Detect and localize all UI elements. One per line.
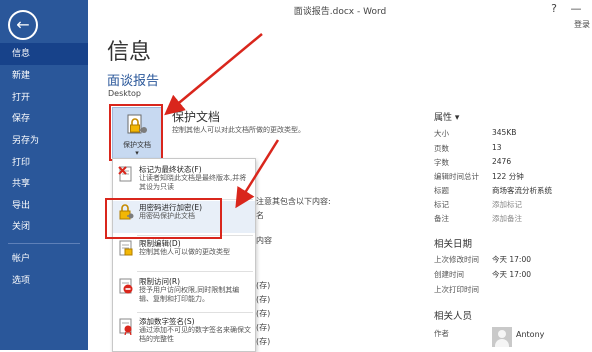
menu-item-desc: 通过添加不可见的数字签名来确保文档的完整性: [139, 326, 251, 343]
avatar-head: [498, 330, 506, 338]
title-bar: 面谈报告.docx - Word ? —: [88, 0, 592, 20]
version-item: (存): [256, 323, 271, 332]
document-name: 面谈报告: [107, 74, 160, 89]
menu-item-digital-signature[interactable]: 添加数字签名(S) 通过添加不可见的数字签名来确保文档的完整性: [113, 315, 255, 349]
protect-section-desc: 控制其他人可以对此文档所做的更改类型。: [172, 126, 305, 134]
author-name[interactable]: Antony: [516, 330, 544, 339]
mark-final-icon: [118, 166, 132, 182]
related-people-heading: 相关人员: [434, 311, 473, 322]
nav-export[interactable]: 导出: [0, 195, 88, 217]
date-modified-label: 上次修改时间: [434, 255, 479, 264]
author-label: 作者: [434, 329, 449, 338]
nav-save[interactable]: 保存: [0, 108, 88, 130]
menu-divider: [137, 312, 253, 313]
date-created-value: 今天 17:00: [492, 270, 531, 279]
avatar-body: [495, 339, 509, 347]
nav-open[interactable]: 打开: [0, 87, 88, 109]
prop-edit-time-value: 122 分钟: [492, 172, 524, 181]
help-button[interactable]: ?: [546, 2, 562, 15]
prop-pages-label: 页数: [434, 144, 449, 153]
highlight-box-protect: [109, 104, 163, 161]
nav-close[interactable]: 关闭: [0, 216, 88, 238]
prop-tags-value[interactable]: 添加标记: [492, 199, 522, 210]
restrict-access-icon: [119, 278, 133, 294]
menu-item-restrict-access[interactable]: 限制访问(R) 授予用户访问权限,同时限制其编辑、复制和打印能力。: [113, 275, 255, 311]
prop-title-value[interactable]: 商场客流分析系统: [492, 185, 552, 196]
date-created-label: 创建时间: [434, 270, 464, 279]
document-path[interactable]: Desktop: [108, 89, 141, 98]
nav-new[interactable]: 新建: [0, 65, 88, 87]
inspect-text: 注意其包含以下内容:: [256, 197, 331, 206]
menu-item-desc: 控制其他人可以做的更改类型: [139, 248, 230, 256]
menu-item-mark-final[interactable]: 标记为最终状态(F) 让读者知晓此文档是最终版本,并将其设为只读: [113, 163, 255, 199]
highlight-box-encrypt: [105, 198, 222, 239]
arrow-to-protect: [164, 33, 263, 116]
nav-print[interactable]: 打印: [0, 152, 88, 174]
window-title: 面谈报告.docx - Word: [293, 7, 387, 17]
page-title: 信息: [107, 40, 152, 65]
version-item: (存): [256, 309, 271, 318]
backstage-sidebar: ← 信息 新建 打开 保存 另存为 打印 共享 导出 关闭 帐户 选项: [0, 0, 88, 350]
nav-account[interactable]: 帐户: [0, 248, 88, 270]
nav-info[interactable]: 信息: [0, 43, 88, 65]
menu-item-desc: 让读者知晓此文档是最终版本,并将其设为只读: [139, 174, 247, 191]
prop-tags-label: 标记: [434, 200, 449, 209]
back-arrow-icon[interactable]: ←: [8, 10, 38, 40]
digital-signature-icon: [119, 318, 132, 335]
nav-divider: [8, 243, 80, 244]
prop-words-label: 字数: [434, 158, 449, 167]
date-modified-value: 今天 17:00: [492, 255, 531, 264]
prop-title-label: 标题: [434, 186, 449, 195]
date-printed-label: 上次打印时间: [434, 285, 479, 294]
version-item: (存): [256, 295, 271, 304]
prop-pages-value: 13: [492, 143, 502, 152]
version-item: (存): [256, 281, 271, 290]
properties-heading[interactable]: 属性 ▾: [434, 110, 459, 123]
inspect-item: 内容: [256, 236, 272, 245]
prop-edit-time-label: 编辑时间总计: [434, 172, 479, 181]
related-dates-heading: 相关日期: [434, 239, 473, 250]
minimize-button[interactable]: —: [568, 2, 584, 15]
protect-document-menu: 标记为最终状态(F) 让读者知晓此文档是最终版本,并将其设为只读 用密码进行加密…: [112, 158, 256, 352]
restrict-editing-icon: [119, 240, 133, 256]
nav-save-as[interactable]: 另存为: [0, 130, 88, 152]
version-item: (存): [256, 337, 271, 346]
prop-comments-label: 备注: [434, 214, 449, 223]
prop-size-value: 345KB: [492, 128, 517, 137]
avatar: [492, 327, 512, 347]
menu-item-restrict-editing[interactable]: 限制编辑(D) 控制其他人可以做的更改类型: [113, 237, 255, 269]
login-link[interactable]: 登录: [574, 19, 590, 30]
nav-options[interactable]: 选项: [0, 270, 88, 292]
prop-comments-value[interactable]: 添加备注: [492, 213, 522, 224]
prop-words-value: 2476: [492, 157, 512, 166]
protect-section-title: 保护文档: [172, 110, 221, 124]
inspect-item: 名: [256, 211, 264, 220]
prop-size-label: 大小: [434, 129, 449, 138]
menu-item-desc: 授予用户访问权限,同时限制其编辑、复制和打印能力。: [139, 286, 240, 303]
menu-divider: [137, 271, 253, 272]
nav-share[interactable]: 共享: [0, 173, 88, 195]
